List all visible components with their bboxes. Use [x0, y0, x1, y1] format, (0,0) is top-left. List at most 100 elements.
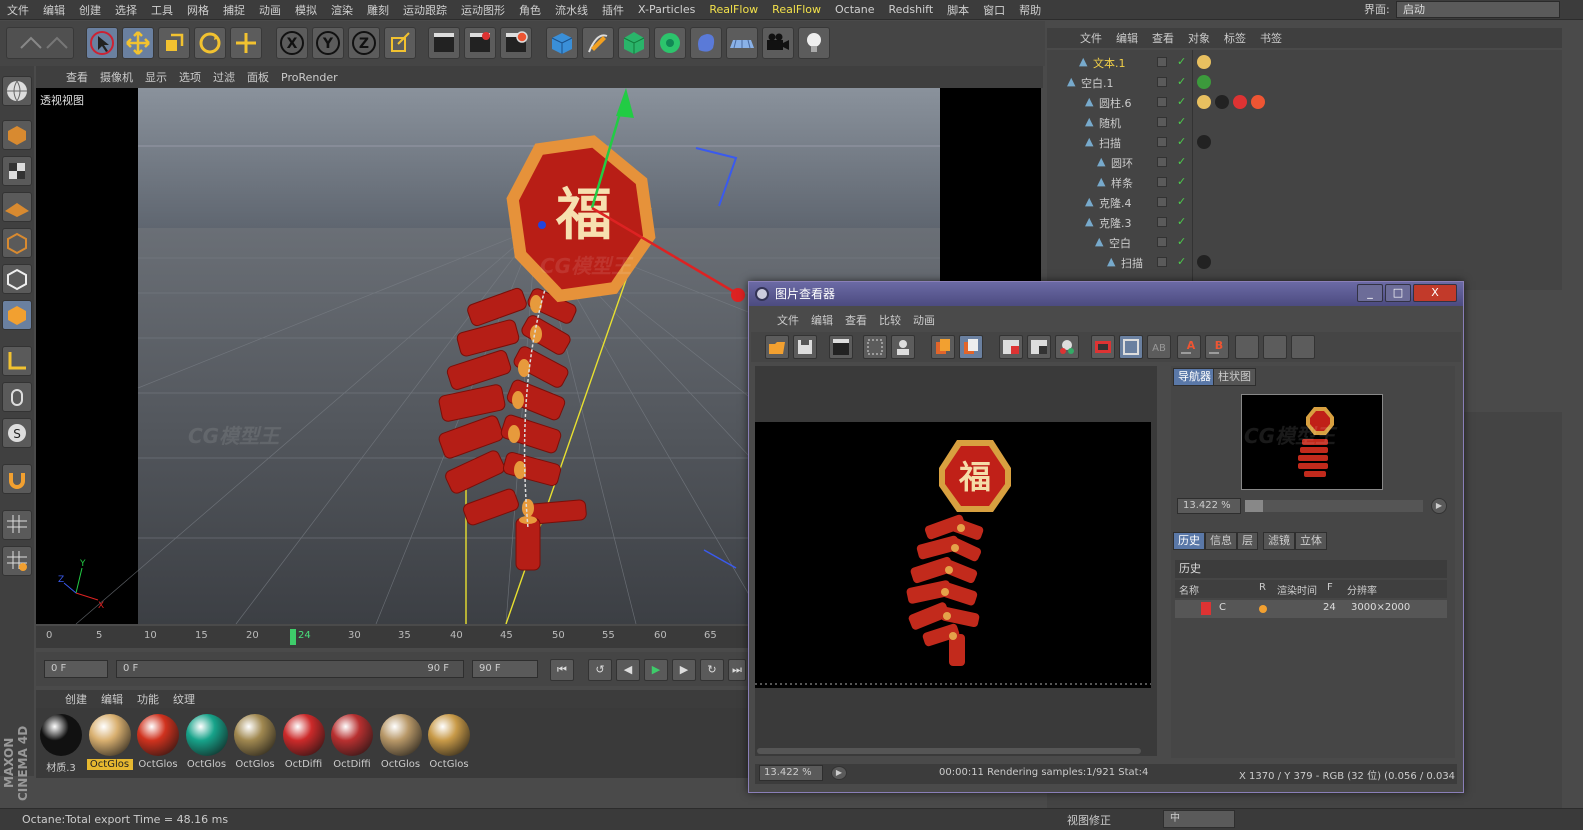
z-axis-icon[interactable]: Z — [348, 27, 380, 59]
snap-icon[interactable]: S — [2, 418, 32, 448]
material-tag-icon[interactable] — [1197, 55, 1211, 69]
visibility-toggle-icon[interactable] — [1157, 217, 1167, 227]
menu-edit[interactable]: 编辑 — [36, 2, 72, 18]
object-row[interactable]: ▲ 扫描 ✓ — [1047, 252, 1562, 272]
layout-3-icon[interactable] — [1291, 335, 1315, 359]
material-swatch[interactable]: OctGlos — [135, 714, 181, 774]
model-mode-icon[interactable] — [2, 120, 32, 150]
enabled-check-icon[interactable]: ✓ — [1177, 95, 1186, 108]
timeline-ruler[interactable]: 0 5 10 15 20 24 30 35 40 45 50 55 60 65 — [36, 626, 748, 648]
mat-menu-edit[interactable]: 编辑 — [94, 691, 130, 707]
object-row[interactable]: ▲ 扫描 ✓ — [1047, 132, 1562, 152]
next-key-icon[interactable]: ↻ — [700, 659, 724, 681]
split-view-b-icon[interactable] — [1027, 335, 1051, 359]
world-axis-icon[interactable] — [230, 27, 262, 59]
stop-render-icon[interactable] — [829, 335, 853, 359]
enabled-check-icon[interactable]: ✓ — [1177, 155, 1186, 168]
menu-animate[interactable]: 动画 — [252, 2, 288, 18]
material-tag-icon[interactable] — [1197, 135, 1211, 149]
visibility-toggle-icon[interactable] — [1157, 257, 1167, 267]
enabled-check-icon[interactable]: ✓ — [1177, 175, 1186, 188]
object-row[interactable]: ▲ 克隆.4 ✓ — [1047, 192, 1562, 212]
tab-filters[interactable]: 滤镜 — [1263, 532, 1295, 550]
mat-menu-texture[interactable]: 纹理 — [166, 691, 202, 707]
enabled-check-icon[interactable]: ✓ — [1177, 135, 1186, 148]
viewport-menu-filter[interactable]: 过滤 — [207, 69, 241, 85]
floor-icon[interactable] — [726, 27, 758, 59]
material-tag-icon[interactable] — [1197, 255, 1211, 269]
mat-menu-create[interactable]: 创建 — [58, 691, 94, 707]
render-canvas[interactable]: 福 — [755, 422, 1151, 688]
viewport-menu-options[interactable]: 选项 — [173, 69, 207, 85]
tab-navigator[interactable]: 导航器 — [1173, 368, 1216, 386]
material-tag-icon[interactable] — [1215, 95, 1229, 109]
material-swatch[interactable]: OctDiffi — [329, 714, 375, 774]
play-icon[interactable]: ▶ — [644, 659, 668, 681]
material-swatch[interactable]: OctGlos — [86, 714, 133, 774]
menu-mesh[interactable]: 网格 — [180, 2, 216, 18]
material-swatch[interactable]: OctGlos — [184, 714, 230, 774]
tab-info[interactable]: 信息 — [1205, 532, 1237, 550]
material-tag-icon[interactable] — [1233, 95, 1247, 109]
points-mode-icon[interactable] — [2, 228, 32, 258]
scale-icon[interactable] — [158, 27, 190, 59]
move-icon[interactable] — [122, 27, 154, 59]
layout-2-icon[interactable] — [1263, 335, 1287, 359]
menu-realflow-1[interactable]: RealFlow — [702, 3, 765, 16]
material-swatch[interactable]: OctGlos — [426, 714, 472, 774]
ab-compare-icon[interactable]: AB — [1147, 335, 1171, 359]
split-view-a-icon[interactable] — [999, 335, 1023, 359]
close-button[interactable]: X — [1413, 284, 1457, 302]
enabled-check-icon[interactable]: ✓ — [1177, 195, 1186, 208]
om-menu-edit[interactable]: 编辑 — [1109, 30, 1145, 46]
menu-sculpt[interactable]: 雕刻 — [360, 2, 396, 18]
pv-menu-file[interactable]: 文件 — [771, 312, 805, 328]
menu-snap[interactable]: 捕捉 — [216, 2, 252, 18]
tab-histogram[interactable]: 柱状图 — [1213, 368, 1256, 386]
enabled-check-icon[interactable]: ✓ — [1177, 235, 1186, 248]
object-row[interactable]: ▲ 随机 ✓ — [1047, 112, 1562, 132]
go-to-start-icon[interactable]: ⏮ — [550, 659, 574, 681]
menu-character[interactable]: 角色 — [512, 2, 548, 18]
om-menu-bookmarks[interactable]: 书签 — [1253, 30, 1289, 46]
om-menu-tags[interactable]: 标签 — [1217, 30, 1253, 46]
visibility-toggle-icon[interactable] — [1157, 117, 1167, 127]
visibility-toggle-icon[interactable] — [1157, 97, 1167, 107]
menu-motion-tracking[interactable]: 运动跟踪 — [396, 2, 454, 18]
visibility-toggle-icon[interactable] — [1157, 57, 1167, 67]
enabled-check-icon[interactable]: ✓ — [1177, 55, 1186, 68]
set-a-icon[interactable]: A — [1177, 335, 1201, 359]
rotate-icon[interactable] — [194, 27, 226, 59]
enabled-check-icon[interactable]: ✓ — [1177, 215, 1186, 228]
menu-plugins[interactable]: 插件 — [595, 2, 631, 18]
grid-icon[interactable] — [2, 546, 32, 576]
set-b-icon[interactable]: B — [1205, 335, 1229, 359]
subdivision-icon[interactable] — [618, 27, 650, 59]
globe-icon[interactable] — [2, 76, 32, 106]
object-row[interactable]: ▲ 文本.1 ✓ — [1047, 52, 1562, 72]
pv-menu-edit[interactable]: 编辑 — [805, 312, 839, 328]
object-row[interactable]: ▲ 圆柱.6 ✓ — [1047, 92, 1562, 112]
tweak-icon[interactable] — [2, 382, 32, 412]
navigator-thumbnail[interactable] — [1241, 394, 1383, 490]
visibility-toggle-icon[interactable] — [1157, 237, 1167, 247]
tab-history[interactable]: 历史 — [1173, 532, 1205, 550]
coordinate-system-icon[interactable] — [384, 27, 416, 59]
render-view-icon[interactable] — [428, 27, 460, 59]
material-swatch[interactable]: OctGlos — [378, 714, 424, 774]
camera-icon[interactable] — [762, 27, 794, 59]
next-frame-icon[interactable]: ▶ — [672, 659, 696, 681]
menu-file[interactable]: 文件 — [0, 2, 36, 18]
pv-menu-animation[interactable]: 动画 — [907, 312, 941, 328]
enabled-check-icon[interactable]: ✓ — [1177, 255, 1186, 268]
undo-icon[interactable] — [6, 27, 74, 59]
move-cursor-icon[interactable] — [86, 27, 118, 59]
om-menu-object[interactable]: 对象 — [1181, 30, 1217, 46]
col-frame[interactable]: F — [1327, 582, 1333, 593]
visibility-toggle-icon[interactable] — [1157, 137, 1167, 147]
render-picture-viewer-icon[interactable] — [464, 27, 496, 59]
cloner-icon[interactable] — [654, 27, 686, 59]
material-tag-icon[interactable] — [1197, 75, 1211, 89]
viewport-menu-view[interactable]: 查看 — [60, 69, 94, 85]
menu-octane[interactable]: Octane — [828, 3, 882, 16]
